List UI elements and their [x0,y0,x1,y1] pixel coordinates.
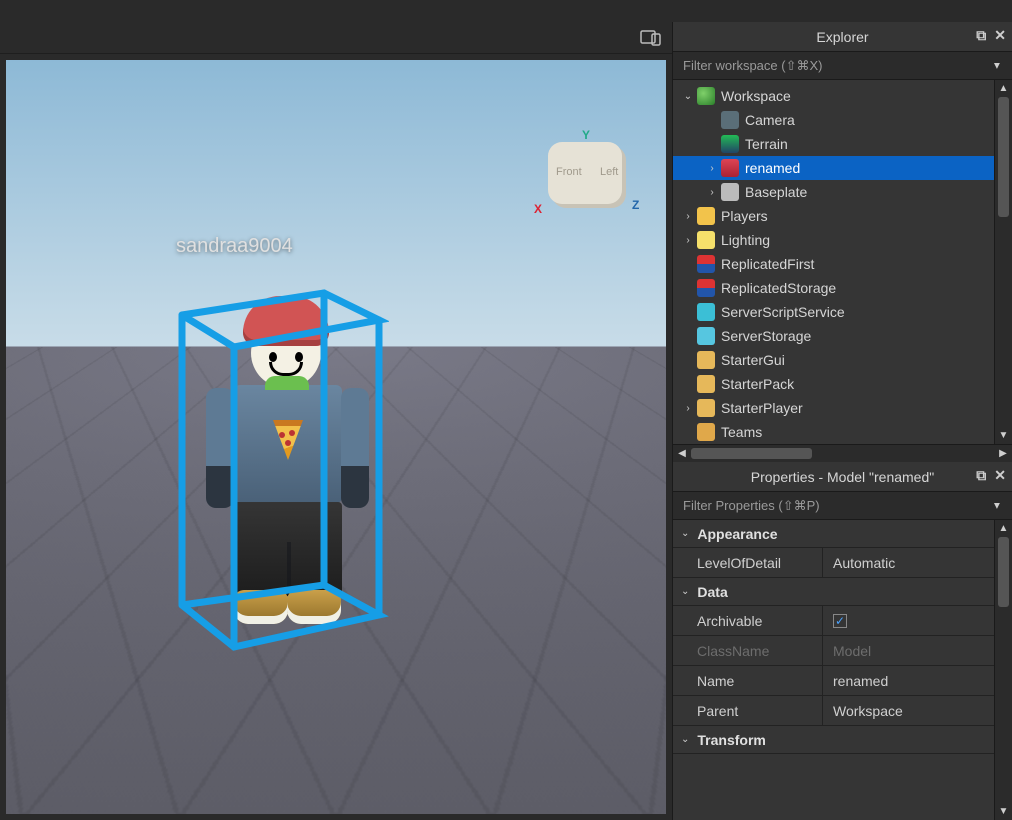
prop-key: Name [673,666,823,695]
properties-table: ⌄Appearance LevelOfDetail Automatic ⌄Dat… [673,520,994,820]
folder-icon [697,375,715,393]
device-emulation-button[interactable] [640,29,662,47]
explorer-title-bar[interactable]: Explorer ⧉ ✕ [673,22,1012,52]
close-icon[interactable]: ✕ [994,27,1006,44]
section-appearance[interactable]: ⌄Appearance [673,520,994,548]
tree-item-replicatedfirst[interactable]: ReplicatedFirst [673,252,994,276]
model-icon [721,159,739,177]
scroll-up-icon[interactable]: ▲ [999,520,1009,537]
explorer-filter[interactable]: Filter workspace (⇧⌘X) ▲ [673,52,1012,80]
prop-parent[interactable]: Parent Workspace [673,696,994,726]
avatar-model [201,290,371,640]
undock-icon[interactable]: ⧉ [976,467,986,484]
folder-icon [697,351,715,369]
explorer-horizontal-scrollbar[interactable]: ◀ ▶ [673,444,1012,462]
terrain-icon [721,135,739,153]
player-nametag: sandraa9004 [176,235,293,258]
serverstorage-icon [697,327,715,345]
tree-item-starterplayer[interactable]: ›StarterPlayer [673,396,994,420]
orientation-gizmo[interactable]: Front Left X Y Z [538,132,648,242]
tree-item-terrain[interactable]: Terrain [673,132,994,156]
prop-key: Archivable [673,606,823,635]
tree-item-lighting[interactable]: ›Lighting [673,228,994,252]
prop-name[interactable]: Name renamed [673,666,994,696]
properties-filter[interactable]: Filter Properties (⇧⌘P) ▲ [673,492,1012,520]
players-icon [697,207,715,225]
prop-levelofdetail[interactable]: LevelOfDetail Automatic [673,548,994,578]
tree-item-starterpack[interactable]: StarterPack [673,372,994,396]
gizmo-axis-z: Z [632,198,639,212]
tree-item-workspace[interactable]: ⌄Workspace [673,84,994,108]
folder-icon [697,399,715,417]
scroll-right-icon[interactable]: ▶ [994,448,1012,459]
tree-item-replicatedstorage[interactable]: ReplicatedStorage [673,276,994,300]
tree-item-startergui[interactable]: StarterGui [673,348,994,372]
viewport-3d[interactable]: sandraa9004 [6,60,666,814]
explorer-filter-placeholder: Filter workspace (⇧⌘X) [683,58,822,74]
scroll-up-icon[interactable]: ▲ [999,80,1009,97]
explorer-tree: ⌄Workspace Camera Terrain ›renamed ›Base… [673,80,994,444]
serverscript-icon [697,303,715,321]
replicated-icon [697,255,715,273]
prop-value: Model [823,636,994,665]
scroll-thumb[interactable] [998,97,1009,217]
prop-key: Parent [673,696,823,725]
prop-key: ClassName [673,636,823,665]
checkbox-checked-icon[interactable]: ✓ [833,614,847,628]
viewport-toolbar [0,22,672,54]
scroll-down-icon[interactable]: ▼ [999,427,1009,444]
prop-classname: ClassName Model [673,636,994,666]
properties-title: Properties - Model "renamed" [751,469,934,485]
prop-key: LevelOfDetail [673,548,823,577]
scroll-left-icon[interactable]: ◀ [673,448,691,459]
chevron-down-icon[interactable]: ▲ [992,500,1002,511]
undock-icon[interactable]: ⧉ [976,27,986,44]
tree-item-players[interactable]: ›Players [673,204,994,228]
viewport-panel: sandraa9004 [0,22,672,820]
scroll-thumb[interactable] [691,448,812,459]
prop-value[interactable]: Automatic [823,548,994,577]
teams-icon [697,423,715,441]
camera-icon [721,111,739,129]
close-icon[interactable]: ✕ [994,467,1006,484]
section-data[interactable]: ⌄Data [673,578,994,606]
tree-item-serverstorage[interactable]: ServerStorage [673,324,994,348]
gizmo-axis-y: Y [582,128,590,142]
tree-item-serverscriptservice[interactable]: ServerScriptService [673,300,994,324]
gizmo-face-left: Left [600,166,618,178]
tree-item-camera[interactable]: Camera [673,108,994,132]
properties-filter-placeholder: Filter Properties (⇧⌘P) [683,498,820,514]
section-transform[interactable]: ⌄Transform [673,726,994,754]
tree-item-teams[interactable]: Teams [673,420,994,444]
prop-archivable[interactable]: Archivable ✓ [673,606,994,636]
gizmo-face-front: Front [556,166,582,178]
scroll-down-icon[interactable]: ▼ [999,803,1009,820]
replicated-icon [697,279,715,297]
explorer-title: Explorer [816,29,868,45]
chevron-down-icon[interactable]: ▲ [992,60,1002,71]
part-icon [721,183,739,201]
prop-value[interactable]: Workspace [823,696,994,725]
properties-vertical-scrollbar[interactable]: ▲ ▼ [994,520,1012,820]
explorer-vertical-scrollbar[interactable]: ▲ ▼ [994,80,1012,444]
globe-icon [697,87,715,105]
gizmo-axis-x: X [534,202,542,216]
title-bar [0,0,1012,22]
tree-item-renamed[interactable]: ›renamed [673,156,994,180]
tree-item-baseplate[interactable]: ›Baseplate [673,180,994,204]
lighting-icon [697,231,715,249]
scroll-thumb[interactable] [998,537,1009,607]
properties-title-bar[interactable]: Properties - Model "renamed" ⧉ ✕ [673,462,1012,492]
prop-value[interactable]: renamed [823,666,994,695]
